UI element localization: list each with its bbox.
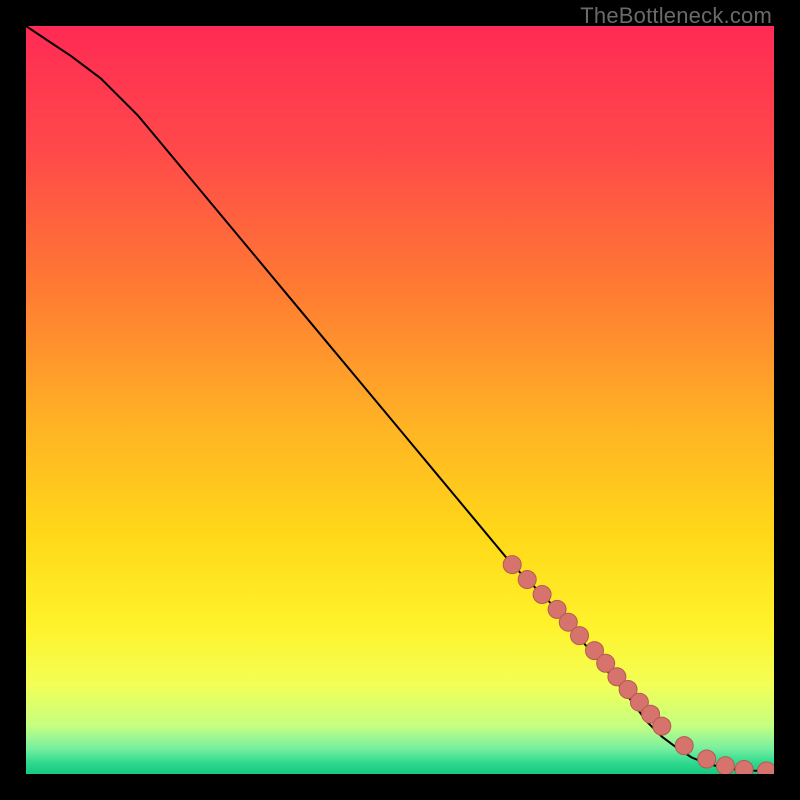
dot-marker [735,761,753,775]
dot-marker [716,757,734,774]
dot-marker [571,627,589,645]
plot-area [26,26,774,774]
chart-stage: TheBottleneck.com [0,0,800,800]
gradient-background [26,26,774,774]
dot-marker [533,586,551,604]
plot-svg [26,26,774,774]
dot-marker [653,717,671,735]
dot-marker [698,750,716,768]
dot-marker [675,737,693,755]
dot-marker [503,556,521,574]
dot-marker [518,571,536,589]
